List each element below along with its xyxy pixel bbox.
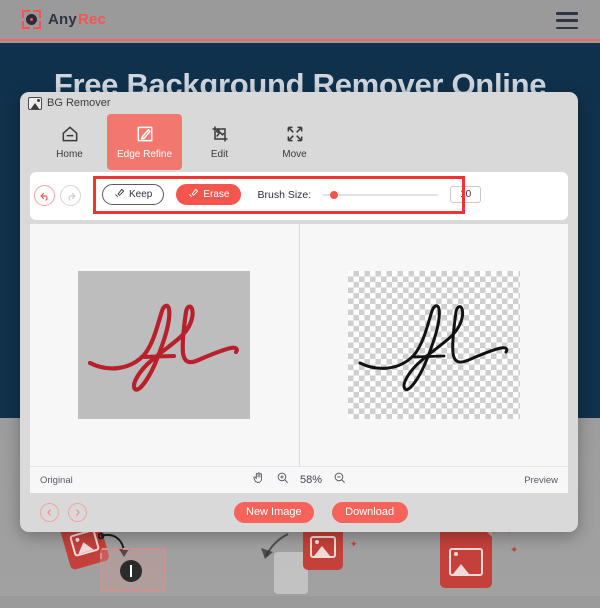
edge-refine-toolbar: Keep Erase Brush Size: 10 [30,172,568,220]
dialog-bottombar: New Image Download [20,492,578,532]
original-image-pane[interactable] [30,224,300,466]
signature-artwork-original [88,303,240,392]
bg-remover-dialog: BG Remover Home Edge Refine Edit Move Ke… [20,92,578,532]
canvas-statusbar: Original 58% Preview [30,466,568,493]
site-header: Any Rec [0,0,600,41]
camera-target-icon [22,10,41,29]
cutout-image[interactable] [347,271,520,419]
brush-tool-row: Keep Erase Brush Size: 10 [102,184,482,205]
tab-home[interactable]: Home [32,114,107,170]
image-crop-icon [210,124,230,144]
keep-button-label: Keep [129,189,153,200]
tab-edge-refine-label: Edge Refine [116,149,173,160]
brush-keep-icon [114,188,125,202]
slider-thumb[interactable] [330,191,339,199]
zoom-out-icon[interactable] [333,471,346,489]
chevron-right-circle-icon[interactable] [68,502,87,522]
erase-button-label: Erase [203,189,230,200]
signature-artwork-cutout [358,304,508,392]
tab-edit-label: Edit [210,149,229,160]
dialog-tabbar: Home Edge Refine Edit Move [20,114,578,170]
undo-arrow-icon[interactable] [34,185,55,206]
brush-size-input[interactable]: 10 [450,186,482,203]
hand-tool-icon[interactable] [252,471,265,489]
brush-size-label: Brush Size: [257,188,312,201]
redo-arrow-icon [60,185,81,206]
tab-home-label: Home [56,149,83,160]
arrow-left-curve-icon [261,533,289,559]
brand-name-primary: Any [48,11,77,28]
navigation-arrows [40,502,87,522]
dialog-titlebar: BG Remover [20,92,578,114]
canvas-area [30,224,568,466]
download-button[interactable]: Download [331,501,408,523]
brush-size-slider[interactable] [323,188,439,202]
tab-edge-refine[interactable]: Edge Refine [107,114,182,170]
zoom-controls: 58% [252,471,346,489]
dialog-title: BG Remover [47,97,111,109]
bg-remover-app-icon [28,96,42,110]
original-image[interactable] [78,271,251,419]
brand-logo[interactable]: Any Rec [22,10,106,29]
home-icon [60,124,80,144]
brush-erase-icon [188,188,199,202]
action-buttons: New Image Download [234,501,408,523]
brand-name-accent: Rec [77,11,107,28]
keep-button[interactable]: Keep [102,184,165,205]
move-arrows-icon [285,124,305,144]
tab-move-label: Move [282,149,307,160]
new-image-button[interactable]: New Image [234,501,314,523]
tab-edit[interactable]: Edit [182,114,257,170]
erase-button[interactable]: Erase [176,184,242,205]
slider-track [323,193,439,196]
zoom-in-icon[interactable] [276,471,289,489]
tab-move[interactable]: Move [257,114,332,170]
zoom-level-value: 58% [300,474,323,486]
status-preview-label: Preview [524,474,558,486]
undo-redo-group [34,185,81,206]
status-original-label: Original [40,474,73,486]
chevron-left-circle-icon[interactable] [40,502,59,522]
pen-edit-square-icon [135,124,155,144]
preview-image-pane[interactable] [300,224,569,466]
hamburger-menu-icon[interactable] [556,12,578,29]
